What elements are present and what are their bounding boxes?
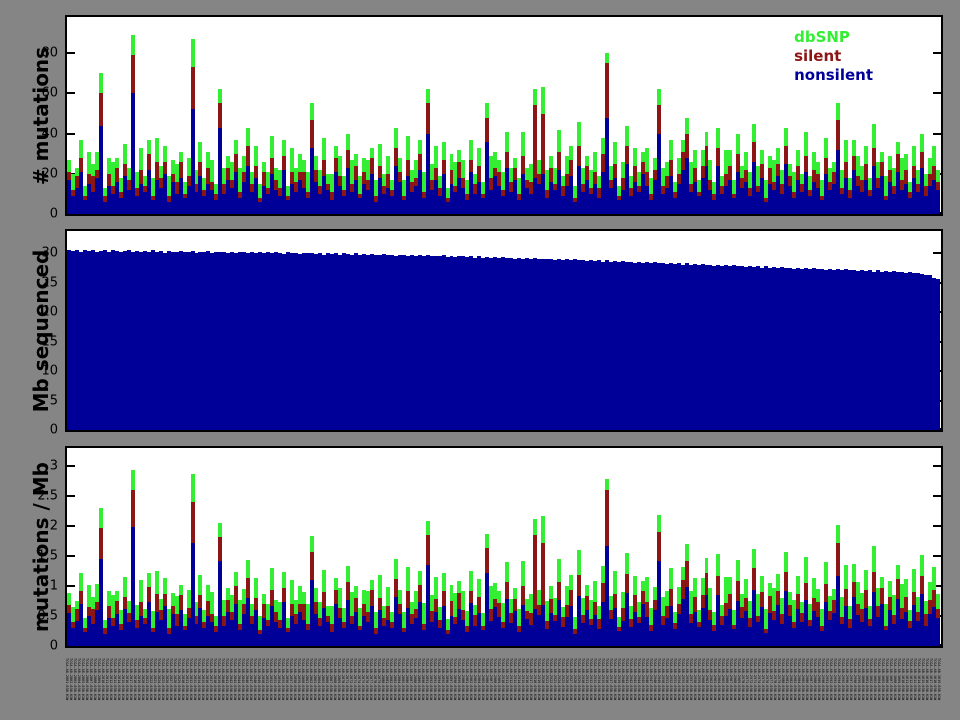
y-tick-label: 3 [50,459,58,474]
bar-segment-dbsnp [936,594,940,608]
bar-segment-nonsilent [936,190,940,214]
y-tick-label: 2 [50,519,58,534]
plot-area-mb-sequenced [65,229,943,432]
y-tick-label: 5 [50,393,58,408]
y-tick-label: 2.5 [37,489,58,504]
y-tick-label: 0 [50,639,58,654]
bar-row [67,231,941,430]
y-tick-label: 0.5 [37,609,58,624]
panel-mb-sequenced: Mb sequenced 051015202530 [65,229,943,432]
y-axis-title-mutations: # mutations [29,46,53,184]
bar-segment-nonsilent [936,279,940,430]
plot-area-mutation-counts: dbSNP silent nonsilent [65,15,943,216]
x-axis-sample-labels: TCGA-AB-2801-03B-01WTCGA-AB-2802-03B-01W… [65,658,943,720]
y-tick-label: 25 [41,275,58,290]
y-tick-label: 30 [41,246,58,261]
legend: dbSNP silent nonsilent [794,28,873,85]
y-tick-label: 1 [50,579,58,594]
x-sample-label: TCGA-AB-3019-03B-01W [937,658,941,720]
y-tick-label: 1.5 [37,549,58,564]
y-tick-label: 20 [41,166,58,181]
y-tick-label: 0 [50,207,58,222]
x-sample-label-text: TCGA-AB-3019-03B-01W [937,658,941,700]
panel-mutation-counts: # mutations dbSNP silent nonsilent 02040… [65,15,943,216]
bar-row [67,448,941,646]
legend-item-dbsnp: dbSNP [794,28,873,47]
mutation-rate-figure: # mutations dbSNP silent nonsilent 02040… [0,0,960,720]
y-tick-label: 40 [41,126,58,141]
y-axis-title-mb-sequenced: Mb sequenced [29,249,53,412]
sample-bar [936,17,940,214]
y-tick-label: 80 [41,46,58,61]
bar-segment-dbsnp [936,170,940,182]
y-tick-label: 15 [41,334,58,349]
y-tick-label: 60 [41,86,58,101]
bar-segment-nonsilent [936,618,940,646]
panel-mutation-rate: mutations / Mb 00.511.522.53 [65,446,943,648]
legend-item-nonsilent: nonsilent [794,66,873,85]
sample-bar [936,448,940,646]
bar-segment-silent [936,182,940,190]
y-tick-label: 20 [41,305,58,320]
plot-area-mutation-rate [65,446,943,648]
legend-item-silent: silent [794,47,873,66]
sample-bar [936,231,940,430]
y-tick-label: 10 [41,364,58,379]
bar-segment-silent [936,609,940,618]
y-tick-label: 0 [50,423,58,438]
